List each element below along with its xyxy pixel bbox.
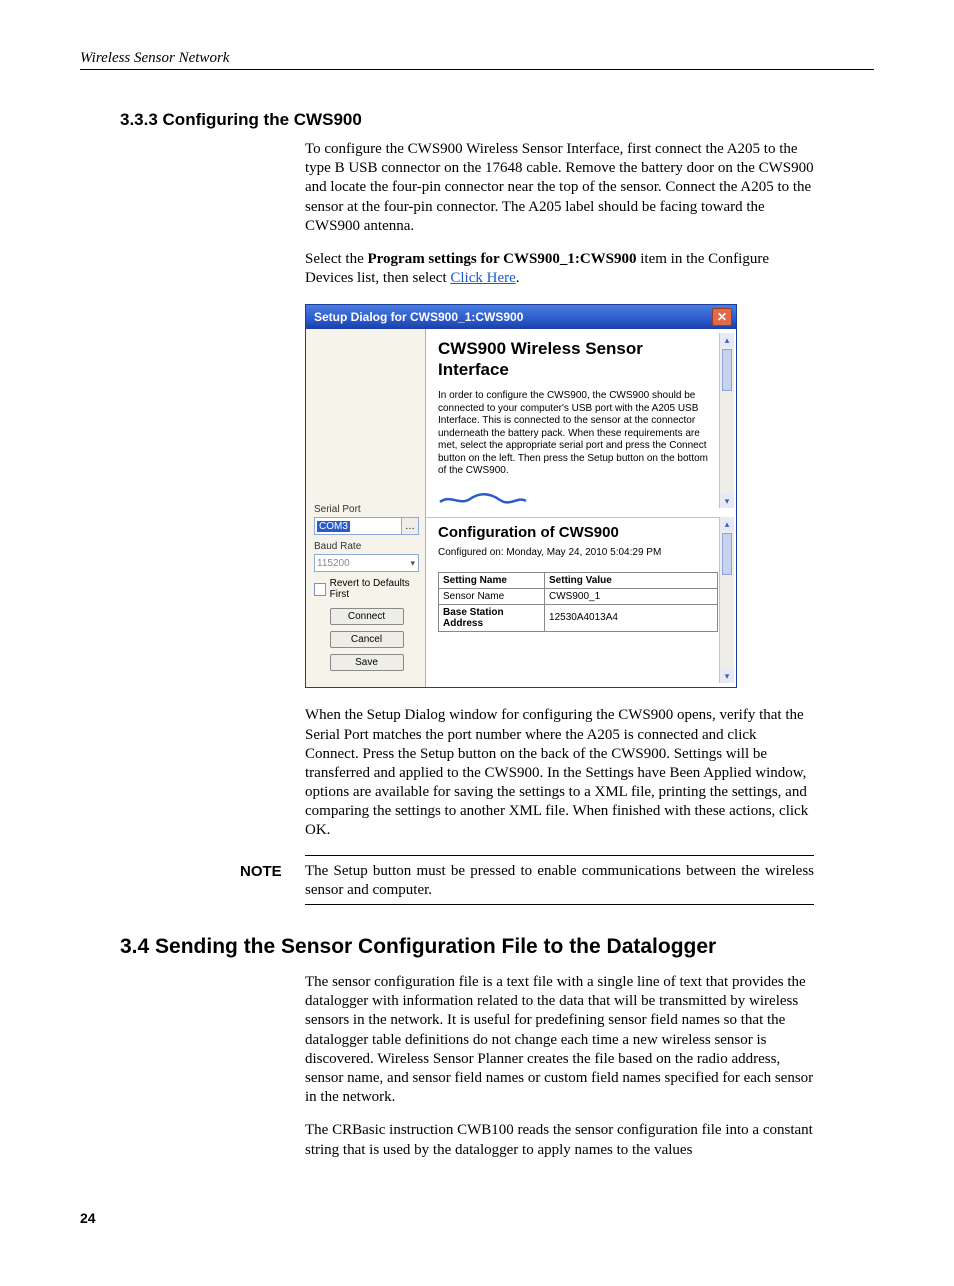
scroll-thumb[interactable] <box>722 349 732 391</box>
p2-post: . <box>516 270 520 286</box>
cell-value: 12530A4013A4 <box>545 604 718 631</box>
dialog-title: Setup Dialog for CWS900_1:CWS900 <box>314 310 523 324</box>
close-icon[interactable]: ✕ <box>712 308 732 326</box>
dialog-title-bar: Setup Dialog for CWS900_1:CWS900 ✕ <box>306 305 736 329</box>
cell-name: Base Station Address <box>439 604 545 631</box>
cell-value: CWS900_1 <box>545 588 718 604</box>
save-button[interactable]: Save <box>330 654 404 671</box>
scroll-down-icon[interactable]: ▾ <box>720 669 734 683</box>
right-subtitle: Configuration of CWS900 <box>438 524 718 541</box>
configured-on-text: Configured on: Monday, May 24, 2010 5:04… <box>438 547 718 558</box>
right-title: CWS900 Wireless Sensor Interface <box>438 339 718 380</box>
scroll-thumb[interactable] <box>722 533 732 575</box>
heading-3-3-3: 3.3.3 Configuring the CWS900 <box>120 110 874 130</box>
note-rule-bottom <box>305 904 814 905</box>
scrollbar-bottom[interactable]: ▴ ▾ <box>719 517 734 683</box>
dialog-left-panel: Serial Port COM3 … Baud Rate 115200 Reve… <box>306 329 426 687</box>
para-34-2: The CRBasic instruction CWB100 reads the… <box>305 1121 814 1159</box>
p2-bold: Program settings for CWS900_1:CWS900 <box>367 251 636 267</box>
right-desc: In order to configure the CWS900, the CW… <box>438 390 718 478</box>
divider-squiggle-icon <box>438 492 528 506</box>
serial-port-value: COM3 <box>317 521 350 532</box>
baud-rate-value: 115200 <box>317 558 350 569</box>
cancel-button[interactable]: Cancel <box>330 631 404 648</box>
setup-dialog: Setup Dialog for CWS900_1:CWS900 ✕ Seria… <box>305 304 737 688</box>
running-header: Wireless Sensor Network <box>80 50 874 70</box>
para-333-3: When the Setup Dialog window for configu… <box>305 706 814 840</box>
connect-button[interactable]: Connect <box>330 608 404 625</box>
revert-defaults-checkbox[interactable]: Revert to Defaults First <box>314 578 419 600</box>
note-label: NOTE <box>240 862 305 880</box>
settings-table: Setting Name Setting Value Sensor Name C… <box>438 572 718 632</box>
note-text: The Setup button must be pressed to enab… <box>305 862 814 900</box>
th-setting-value: Setting Value <box>545 572 718 588</box>
para-34-1: The sensor configuration file is a text … <box>305 973 814 1107</box>
scroll-down-icon[interactable]: ▾ <box>720 494 734 508</box>
checkbox-icon <box>314 583 326 596</box>
serial-port-label: Serial Port <box>314 504 419 515</box>
scroll-up-icon[interactable]: ▴ <box>720 333 734 347</box>
para-333-2: Select the Program settings for CWS900_1… <box>305 250 814 288</box>
baud-rate-label: Baud Rate <box>314 541 419 552</box>
scrollbar-top[interactable]: ▴ ▾ <box>719 333 734 508</box>
table-row: Base Station Address 12530A4013A4 <box>439 604 718 631</box>
th-setting-name: Setting Name <box>439 572 545 588</box>
para-333-1: To configure the CWS900 Wireless Sensor … <box>305 140 814 236</box>
table-row: Sensor Name CWS900_1 <box>439 588 718 604</box>
serial-port-field[interactable]: COM3 … <box>314 517 419 535</box>
click-here-link[interactable]: Click Here <box>450 270 515 286</box>
revert-defaults-label: Revert to Defaults First <box>330 578 419 600</box>
note-block: NOTE The Setup button must be pressed to… <box>240 855 814 905</box>
baud-rate-field[interactable]: 115200 <box>314 554 419 572</box>
dialog-right-panel: ▴ ▾ ▴ ▾ CWS900 Wireless Sensor Interface… <box>426 329 736 687</box>
cell-name: Sensor Name <box>439 588 545 604</box>
table-header-row: Setting Name Setting Value <box>439 572 718 588</box>
page-number: 24 <box>80 1210 874 1226</box>
p2-pre: Select the <box>305 251 367 267</box>
heading-3-4: 3.4 Sending the Sensor Configuration Fil… <box>120 935 874 959</box>
note-rule-top <box>305 855 814 856</box>
scroll-up-icon[interactable]: ▴ <box>720 517 734 531</box>
ellipsis-icon[interactable]: … <box>401 518 418 534</box>
